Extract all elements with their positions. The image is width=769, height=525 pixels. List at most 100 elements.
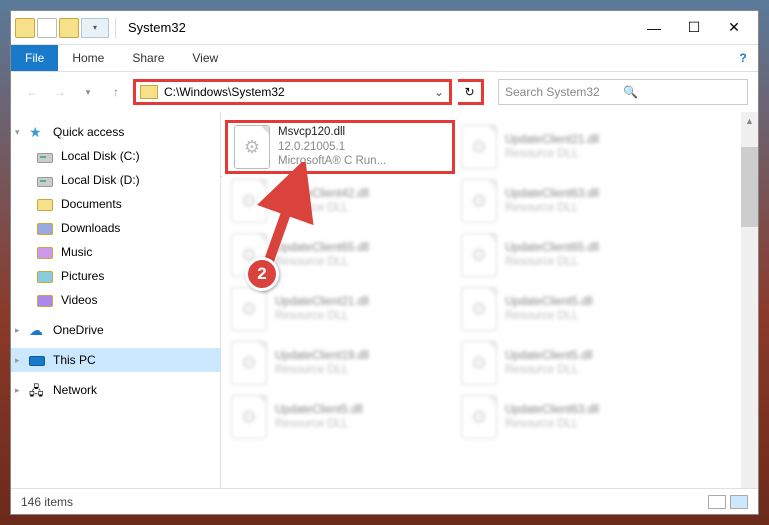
dll-icon: ⚙ <box>231 179 267 223</box>
forward-button[interactable]: → <box>49 81 71 103</box>
file-text: UpdateClient63.dllResource DLL <box>505 403 599 432</box>
icons-view-icon[interactable] <box>730 495 748 509</box>
drive-icon <box>37 177 53 187</box>
file-item[interactable]: ⚙UpdateClient65.dllResource DLL <box>455 228 685 282</box>
help-icon[interactable]: ? <box>728 45 758 71</box>
file-sub1: Resource DLL <box>505 255 599 269</box>
file-text: UpdateClient5.dllResource DLL <box>505 349 593 378</box>
back-button[interactable]: ← <box>21 81 43 103</box>
folder-icon <box>37 223 53 235</box>
file-text: UpdateClient21.dllResource DLL <box>275 295 369 324</box>
address-bar[interactable]: C:\Windows\System32 ⌄ <box>133 79 452 105</box>
scrollbar[interactable]: ▲ <box>741 112 758 488</box>
status-bar: 146 items <box>11 488 758 514</box>
dll-icon: ⚙ <box>231 395 267 439</box>
file-sub1: Resource DLL <box>275 201 369 215</box>
item-count: 146 items <box>21 495 73 509</box>
dll-icon: ⚙ <box>461 395 497 439</box>
navigation-pane: ▾Quick access Local Disk (C:) Local Disk… <box>11 112 221 488</box>
body: ▾Quick access Local Disk (C:) Local Disk… <box>11 112 758 488</box>
file-item[interactable]: ⚙ UpdateClient65.dllResource DLL <box>225 228 455 282</box>
folder-icon <box>37 199 53 211</box>
file-item[interactable]: ⚙ UpdateClient42.dllResource DLL <box>225 174 455 228</box>
scroll-up-icon[interactable]: ▲ <box>741 112 758 129</box>
file-item[interactable]: ⚙ UpdateClient5.dllResource DLL <box>455 336 685 390</box>
file-name: UpdateClient63.dll <box>505 403 599 417</box>
chevron-down-icon[interactable]: ⌄ <box>429 85 449 99</box>
dll-icon: ⚙ <box>234 125 270 169</box>
file-sub1: Resource DLL <box>505 201 599 215</box>
new-folder-icon[interactable] <box>59 18 79 38</box>
dll-icon: ⚙ <box>231 233 267 277</box>
home-tab[interactable]: Home <box>58 45 118 71</box>
sidebar-network[interactable]: ▸Network <box>11 378 220 402</box>
file-item[interactable]: ⚙UpdateClient63.dllResource DLL <box>455 174 685 228</box>
file-sub1: Resource DLL <box>505 309 593 323</box>
search-input[interactable]: Search System32 🔍 <box>498 79 748 105</box>
sidebar-music[interactable]: Music <box>11 240 220 264</box>
folder-icon[interactable] <box>15 18 35 38</box>
dll-icon: ⚙ <box>231 341 267 385</box>
search-placeholder: Search System32 <box>505 85 623 99</box>
window-title: System32 <box>128 20 186 35</box>
file-item[interactable]: ⚙ UpdateClient5.dllResource DLL <box>225 390 455 444</box>
props-icon[interactable] <box>37 18 57 38</box>
recent-dropdown[interactable]: ▾ <box>77 81 99 103</box>
close-button[interactable]: ✕ <box>714 14 754 42</box>
file-name: UpdateClient19.dll <box>275 349 369 363</box>
sidebar-videos[interactable]: Videos <box>11 288 220 312</box>
file-text: UpdateClient5.dllResource DLL <box>505 295 593 324</box>
maximize-button[interactable]: ☐ <box>674 14 714 42</box>
file-item[interactable]: ⚙ UpdateClient63.dllResource DLL <box>455 390 685 444</box>
sidebar-pictures[interactable]: Pictures <box>11 264 220 288</box>
file-item[interactable]: ⚙ UpdateClient21.dllResource DLL <box>225 282 455 336</box>
file-item[interactable]: ⚙UpdateClient21.dllResource DLL <box>455 120 685 174</box>
view-tab[interactable]: View <box>178 45 232 71</box>
sidebar-downloads[interactable]: Downloads <box>11 216 220 240</box>
file-name: UpdateClient21.dll <box>505 133 599 147</box>
file-text: Msvcp120.dll12.0.21005.1MicrosoftA® C Ru… <box>278 125 386 168</box>
folder-icon <box>37 247 53 259</box>
file-item[interactable]: ⚙UpdateClient5.dllResource DLL <box>455 282 685 336</box>
share-tab[interactable]: Share <box>118 45 178 71</box>
file-text: UpdateClient5.dllResource DLL <box>275 403 363 432</box>
refresh-button[interactable]: ↻ <box>458 79 484 105</box>
file-text: UpdateClient63.dllResource DLL <box>505 187 599 216</box>
network-icon <box>29 382 45 398</box>
file-name: Msvcp120.dll <box>278 125 386 139</box>
folder-icon <box>140 85 158 99</box>
scroll-thumb[interactable] <box>741 147 758 227</box>
file-text: UpdateClient19.dllResource DLL <box>275 349 369 378</box>
explorer-window: ▾ System32 — ☐ ✕ File Home Share View ? … <box>10 10 759 515</box>
ribbon: File Home Share View ? <box>11 45 758 72</box>
file-text: UpdateClient42.dllResource DLL <box>275 187 369 216</box>
file-item-highlighted[interactable]: ⚙Msvcp120.dll12.0.21005.1MicrosoftA® C R… <box>225 120 455 174</box>
file-text: UpdateClient65.dllResource DLL <box>505 241 599 270</box>
sidebar-onedrive[interactable]: ▸OneDrive <box>11 318 220 342</box>
sidebar-this-pc[interactable]: ▸This PC <box>11 348 220 372</box>
dll-icon: ⚙ <box>231 287 267 331</box>
dll-icon: ⚙ <box>461 125 497 169</box>
sidebar-local-disk-d[interactable]: Local Disk (D:) <box>11 168 220 192</box>
drive-icon <box>37 153 53 163</box>
file-sub1: Resource DLL <box>275 309 369 323</box>
address-path[interactable]: C:\Windows\System32 <box>162 85 429 99</box>
file-sub1: Resource DLL <box>505 363 593 377</box>
search-icon: 🔍 <box>623 85 741 99</box>
minimize-button[interactable]: — <box>634 14 674 42</box>
dll-icon: ⚙ <box>461 341 497 385</box>
details-view-icon[interactable] <box>708 495 726 509</box>
sidebar-documents[interactable]: Documents <box>11 192 220 216</box>
file-sub1: Resource DLL <box>275 417 363 431</box>
star-icon <box>29 124 45 140</box>
file-text: UpdateClient65.dllResource DLL <box>275 241 369 270</box>
folder-icon <box>37 295 53 307</box>
file-tab[interactable]: File <box>11 45 58 71</box>
quick-access[interactable]: ▾Quick access <box>11 120 220 144</box>
sidebar-local-disk-c[interactable]: Local Disk (C:) <box>11 144 220 168</box>
separator <box>115 18 116 38</box>
file-item[interactable]: ⚙ UpdateClient19.dllResource DLL <box>225 336 455 390</box>
file-list[interactable]: ⚙Msvcp120.dll12.0.21005.1MicrosoftA® C R… <box>221 112 758 488</box>
up-button[interactable]: ↑ <box>105 81 127 103</box>
qat-dropdown[interactable]: ▾ <box>81 18 109 38</box>
